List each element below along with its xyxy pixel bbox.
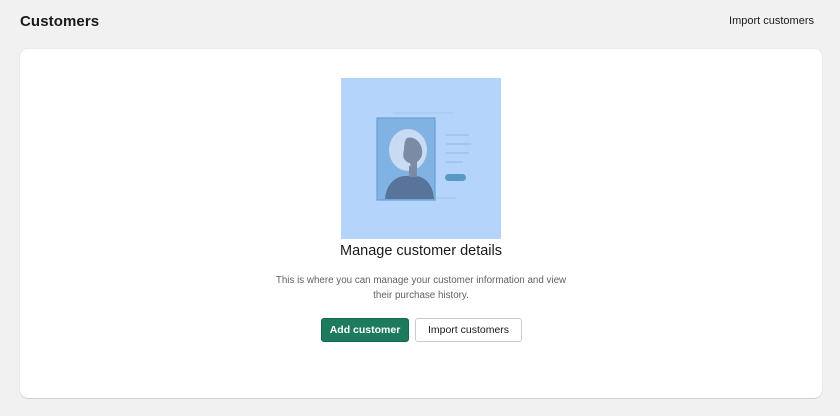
customer-profile-illustration-icon xyxy=(341,78,501,239)
page-title: Customers xyxy=(20,13,100,30)
import-customers-button[interactable]: Import customers xyxy=(415,318,522,342)
customers-page: Customers Import customers Manage custom… xyxy=(0,0,840,416)
empty-state-card: Manage customer details This is where yo… xyxy=(20,49,822,398)
add-customer-button[interactable]: Add customer xyxy=(321,318,409,342)
empty-state-heading: Manage customer details xyxy=(340,243,502,259)
empty-state-description: This is where you can manage your custom… xyxy=(275,275,567,301)
import-customers-link[interactable]: Import customers xyxy=(729,15,814,27)
